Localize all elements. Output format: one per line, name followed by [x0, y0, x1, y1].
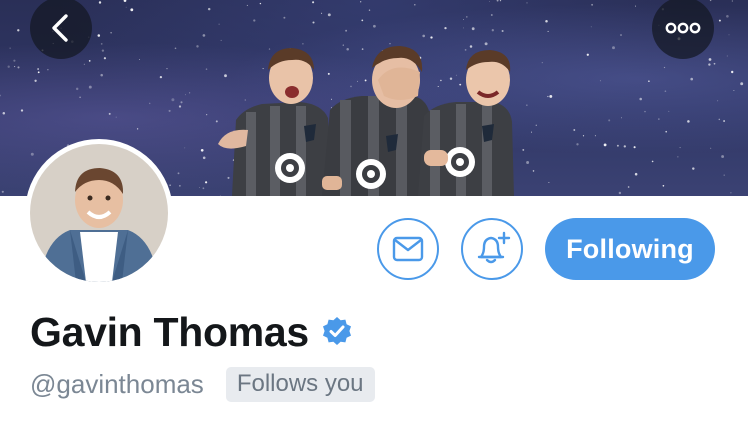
more-horizontal-icon — [665, 22, 701, 34]
profile-avatar[interactable] — [25, 139, 173, 287]
user-handle: @gavinthomas — [30, 368, 204, 399]
message-button[interactable] — [377, 218, 439, 280]
chevron-left-icon — [52, 14, 68, 42]
profile-handle-row: @gavinthomas Follows you — [30, 364, 375, 404]
display-name: Gavin Thomas — [30, 308, 309, 355]
notifications-button[interactable] — [461, 218, 523, 280]
profile-screen: Following Gavin Thomas @gavinthomas Foll… — [0, 0, 748, 432]
back-button[interactable] — [30, 0, 92, 59]
bell-plus-icon — [477, 231, 511, 264]
envelope-icon — [392, 236, 424, 262]
following-button[interactable]: Following — [545, 218, 715, 280]
follows-you-badge: Follows you — [225, 366, 375, 402]
verified-badge-icon — [321, 316, 353, 348]
profile-name-row: Gavin Thomas — [30, 306, 353, 358]
following-button-label: Following — [566, 233, 694, 264]
more-options-button[interactable] — [652, 0, 714, 59]
avatar-photo — [30, 144, 168, 282]
